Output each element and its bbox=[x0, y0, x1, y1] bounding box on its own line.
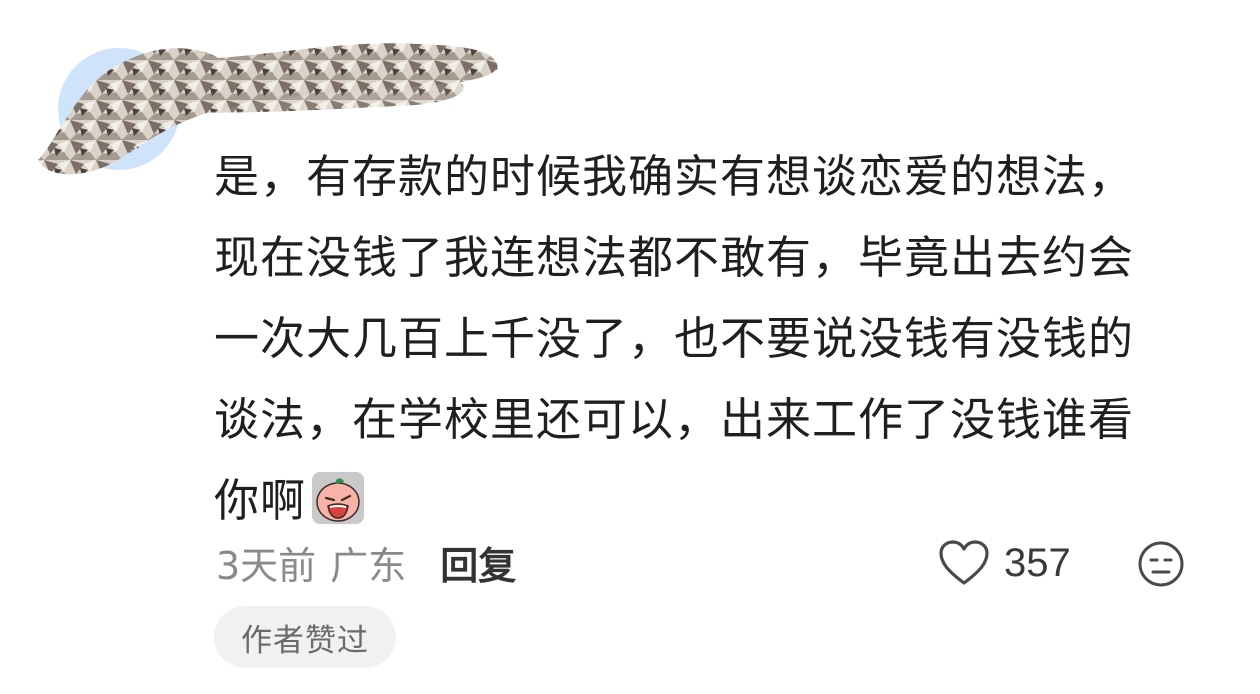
heart-outline-icon bbox=[939, 540, 989, 585]
comment-location: 广东 bbox=[330, 543, 407, 588]
comment-time: 3天前 bbox=[216, 543, 317, 588]
comment-line-last: 你啊 bbox=[214, 460, 1214, 541]
like-count: 357 bbox=[1004, 540, 1071, 585]
comment-meta: 3天前 广东 回复 bbox=[216, 532, 516, 592]
comment-line: 谈法，在学校里还可以，出来工作了没钱谁看 bbox=[214, 393, 1135, 446]
crying-face-emoji-icon bbox=[312, 472, 365, 524]
neutral-face-icon[interactable] bbox=[1137, 540, 1185, 588]
comment-text: 是，有存款的时候我确实有想谈恋爱的想法， 现在没钱了我连想法都不敢有，毕竟出去约… bbox=[214, 136, 1214, 541]
comment-line-text: 你啊 bbox=[214, 474, 307, 527]
author-liked-badge: 作者赞过 bbox=[214, 606, 396, 668]
like-button[interactable]: 357 bbox=[938, 534, 1071, 592]
comment-line: 一次大几百上千没了，也不要说没钱有没钱的 bbox=[214, 312, 1135, 365]
comment-line: 是，有存款的时候我确实有想谈恋爱的想法， bbox=[214, 150, 1135, 203]
author-liked-label: 作者赞过 bbox=[241, 622, 369, 659]
reply-button[interactable]: 回复 bbox=[440, 535, 516, 590]
comment-line: 现在没钱了我连想法都不敢有，毕竟出去约会 bbox=[214, 231, 1135, 284]
